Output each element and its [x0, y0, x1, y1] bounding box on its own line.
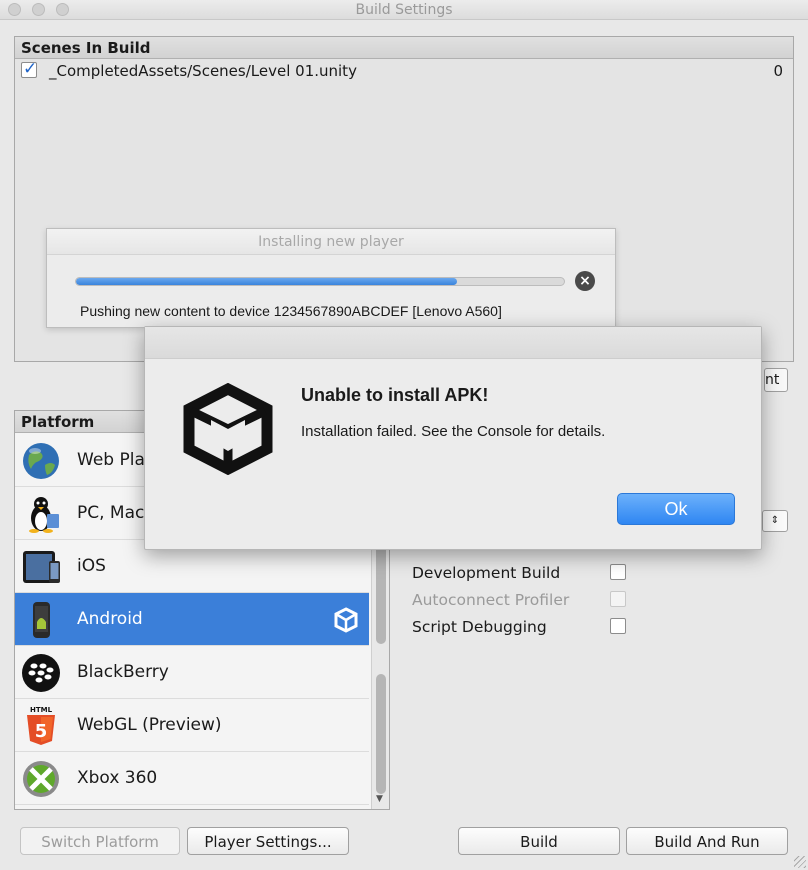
option-script-debugging[interactable]: Script Debugging	[412, 616, 632, 643]
title-bar: Build Settings	[0, 0, 808, 20]
texture-compression-select[interactable]: ⇕	[762, 510, 788, 532]
html5-icon: HTML 5	[27, 706, 55, 745]
scene-path: _CompletedAssets/Scenes/Level 01.unity	[49, 62, 357, 80]
scene-row[interactable]: _CompletedAssets/Scenes/Level 01.unity 0	[15, 59, 793, 83]
option-development-build[interactable]: Development Build	[412, 562, 632, 589]
window-title: Build Settings	[355, 2, 453, 18]
progress-title: Installing new player	[47, 229, 615, 255]
progress-bar	[75, 277, 565, 286]
progress-message: Pushing new content to device 1234567890…	[80, 303, 502, 319]
unity-logo-icon	[334, 607, 358, 633]
option-autoconnect-profiler: Autoconnect Profiler	[412, 589, 632, 616]
alert-message: Installation failed. See the Console for…	[301, 423, 606, 440]
platform-item-webgl[interactable]: HTML 5 WebGL (Preview)	[15, 699, 369, 752]
installing-progress-dialog: Installing new player × Pushing new cont…	[46, 228, 616, 328]
cancel-progress-icon[interactable]: ×	[575, 271, 595, 291]
progress-fill	[76, 278, 457, 285]
option-label: Autoconnect Profiler	[412, 591, 570, 609]
svg-text:HTML: HTML	[30, 706, 53, 714]
scroll-thumb-lower[interactable]	[376, 674, 386, 794]
platform-label: Web Pla	[77, 450, 145, 470]
option-label: Script Debugging	[412, 618, 547, 636]
switch-platform-button: Switch Platform	[20, 827, 180, 855]
penguin-icon	[29, 497, 59, 533]
scroll-down-arrow-icon[interactable]: ▼	[376, 794, 383, 804]
option-label: Development Build	[412, 564, 561, 582]
svg-text:5: 5	[35, 721, 48, 742]
ipad-icon	[23, 551, 60, 583]
ok-button[interactable]: Ok	[617, 493, 735, 525]
platform-item-xbox-360[interactable]: Xbox 360	[15, 752, 369, 805]
build-options: Development Build Autoconnect Profiler S…	[412, 562, 632, 643]
scene-checkbox[interactable]	[21, 59, 37, 79]
platform-label: PC, Mac	[77, 503, 145, 523]
globe-icon	[23, 443, 59, 479]
unity-logo-icon	[183, 383, 273, 475]
platform-label: Android	[77, 609, 143, 629]
android-phone-icon	[33, 602, 50, 638]
platform-label: WebGL (Preview)	[77, 715, 222, 735]
platform-item-blackberry[interactable]: BlackBerry	[15, 646, 369, 699]
build-button[interactable]: Build	[458, 827, 620, 855]
scene-index: 0	[773, 62, 783, 80]
alert-title-bar	[145, 327, 761, 359]
platform-label: Xbox 360	[77, 768, 158, 788]
player-settings-button[interactable]: Player Settings...	[187, 827, 349, 855]
resize-grip[interactable]	[794, 856, 806, 868]
scenes-header: Scenes In Build	[15, 37, 793, 59]
add-current-button[interactable]: nt	[764, 368, 788, 392]
xbox-icon	[23, 761, 59, 797]
autoconnect-profiler-checkbox	[610, 591, 626, 607]
platform-label: BlackBerry	[77, 662, 169, 682]
install-error-alert: Unable to install APK! Installation fail…	[144, 326, 762, 550]
build-and-run-button[interactable]: Build And Run	[626, 827, 788, 855]
platform-label: iOS	[77, 556, 106, 576]
platform-item-android[interactable]: Android	[15, 593, 369, 646]
alert-title: Unable to install APK!	[301, 385, 489, 405]
script-debugging-checkbox[interactable]	[610, 618, 626, 634]
blackberry-icon	[22, 654, 60, 692]
development-build-checkbox[interactable]	[610, 564, 626, 580]
